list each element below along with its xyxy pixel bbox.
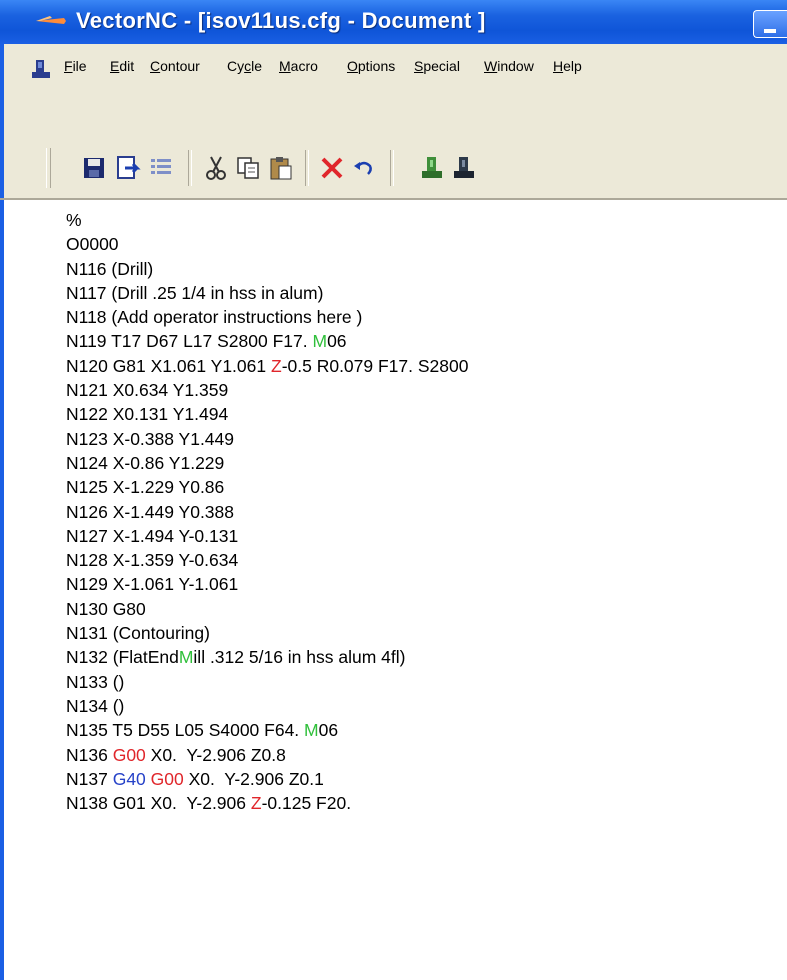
code-line[interactable]: N116 (Drill) <box>66 257 766 281</box>
menu-item-macro[interactable]: Macro <box>279 58 318 74</box>
code-token: N129 X-1.061 Y-1.061 <box>66 574 239 595</box>
code-token: N134 () <box>66 695 125 716</box>
code-token-red: Z <box>270 355 282 376</box>
code-token: N123 X-0.388 Y1.449 <box>66 428 235 449</box>
code-token: -0.5 R0.079 F17. S2800 <box>281 355 469 376</box>
code-token: 06 <box>327 331 347 352</box>
code-token: N118 (Add operator instructions here ) <box>66 307 363 328</box>
code-token: N133 () <box>66 671 125 692</box>
code-line[interactable]: N119 T17 D67 L17 S2800 F17. M06 <box>66 329 766 353</box>
delete-icon[interactable] <box>318 154 346 182</box>
code-line[interactable]: N117 (Drill .25 1/4 in hss in alum) <box>66 281 766 305</box>
code-line[interactable]: N125 X-1.229 Y0.86 <box>66 475 766 499</box>
code-token-green: M <box>178 647 194 668</box>
cut-icon[interactable] <box>202 154 230 182</box>
code-line[interactable]: N124 X-0.86 Y1.229 <box>66 451 766 475</box>
code-token: O0000 <box>66 234 119 255</box>
paste-icon[interactable] <box>267 154 295 182</box>
code-line[interactable]: N136 G00 X0. Y-2.906 Z0.8 <box>66 743 766 767</box>
code-token: X0. Y-2.906 Z0.8 <box>145 744 286 765</box>
code-line[interactable]: N122 X0.131 Y1.494 <box>66 402 766 426</box>
code-line[interactable]: N132 (FlatEndMill .312 5/16 in hss alum … <box>66 645 766 669</box>
code-token: N136 <box>66 744 113 765</box>
code-token: N121 X0.634 Y1.359 <box>66 380 229 401</box>
code-line[interactable]: N123 X-0.388 Y1.449 <box>66 427 766 451</box>
code-line[interactable]: N126 X-1.449 Y0.388 <box>66 500 766 524</box>
code-line[interactable]: N127 X-1.494 Y-0.131 <box>66 524 766 548</box>
toolbar-separator <box>305 150 309 186</box>
toolbar-separator <box>188 150 192 186</box>
code-token: N131 (Contouring) <box>66 623 210 644</box>
save-icon[interactable] <box>80 154 108 182</box>
code-token: N127 X-1.494 Y-0.131 <box>66 525 239 546</box>
code-token: N124 X-0.86 Y1.229 <box>66 452 225 473</box>
code-line[interactable]: N130 G80 <box>66 597 766 621</box>
code-line[interactable]: N135 T5 D55 L05 S4000 F64. M06 <box>66 718 766 742</box>
code-line[interactable]: O0000 <box>66 232 766 256</box>
title-bar[interactable]: VectorNC - [isov11us.cfg - Document ] <box>0 0 787 44</box>
code-token: N137 <box>66 768 113 789</box>
app-icon <box>36 16 66 24</box>
toolbar-separator <box>390 150 394 186</box>
menu-item-contour[interactable]: Contour <box>150 58 200 74</box>
code-token-red: Z <box>250 793 262 814</box>
machine-green-icon[interactable] <box>418 154 446 182</box>
menu-item-window[interactable]: Window <box>484 58 534 74</box>
code-line[interactable]: N118 (Add operator instructions here ) <box>66 305 766 329</box>
code-token-blue: G40 <box>112 768 146 789</box>
code-token: N117 (Drill .25 1/4 in hss in alum) <box>66 282 324 303</box>
menu-item-edit[interactable]: Edit <box>110 58 134 74</box>
code-token: N135 T5 D55 L05 S4000 F64. <box>66 720 305 741</box>
machine-dark-icon[interactable] <box>450 154 478 182</box>
code-token: -0.125 F20. <box>261 793 352 814</box>
code-token-red: G00 <box>150 768 184 789</box>
code-line[interactable]: N137 G40 G00 X0. Y-2.906 Z0.1 <box>66 767 766 791</box>
nc-code-text[interactable]: % O0000 N116 (Drill) N117 (Drill .25 1/4 in… <box>66 208 766 815</box>
undo-icon[interactable] <box>350 154 378 182</box>
toolbar-grip[interactable] <box>46 148 51 188</box>
code-token-red: G00 <box>112 744 146 765</box>
code-token: N126 X-1.449 Y0.388 <box>66 501 235 522</box>
code-line[interactable]: N129 X-1.061 Y-1.061 <box>66 572 766 596</box>
code-line[interactable]: N133 () <box>66 670 766 694</box>
menu-item-cycle[interactable]: Cycle <box>227 58 262 74</box>
copy-icon[interactable] <box>234 154 262 182</box>
code-token: N130 G80 <box>66 598 146 619</box>
export-icon[interactable] <box>113 154 141 182</box>
code-line[interactable]: N138 G01 X0. Y-2.906 Z-0.125 F20. <box>66 791 766 815</box>
minimize-button[interactable] <box>753 10 787 38</box>
window-title: VectorNC - [isov11us.cfg - Document ] <box>76 8 486 33</box>
code-token: ill .312 5/16 in hss alum 4fl) <box>193 647 406 668</box>
menu-item-special[interactable]: Special <box>414 58 460 74</box>
code-token: % <box>66 210 82 230</box>
code-token: N119 T17 D67 L17 S2800 F17. <box>66 331 313 352</box>
list-icon[interactable] <box>147 154 175 182</box>
menu-bar <box>0 44 787 120</box>
code-line[interactable]: % <box>66 208 766 232</box>
code-line[interactable]: N121 X0.634 Y1.359 <box>66 378 766 402</box>
code-line[interactable]: N134 () <box>66 694 766 718</box>
code-token: N122 X0.131 Y1.494 <box>66 404 229 425</box>
code-token: N138 G01 X0. Y-2.906 <box>66 793 251 814</box>
code-token: N125 X-1.229 Y0.86 <box>66 477 225 498</box>
menu-item-file[interactable]: File <box>64 58 87 74</box>
code-line[interactable]: N120 G81 X1.061 Y1.061 Z-0.5 R0.079 F17.… <box>66 354 766 378</box>
menu-item-options[interactable]: Options <box>347 58 395 74</box>
code-line[interactable]: N128 X-1.359 Y-0.634 <box>66 548 766 572</box>
code-token-green: M <box>312 331 328 352</box>
code-token: N120 G81 X1.061 Y1.061 <box>66 355 271 376</box>
code-token: N128 X-1.359 Y-0.634 <box>66 550 239 571</box>
document-menu-icon[interactable] <box>30 58 52 80</box>
code-token: N116 (Drill) <box>66 258 154 279</box>
code-token: X0. Y-2.906 Z0.1 <box>183 768 324 789</box>
code-token: 06 <box>318 720 339 741</box>
menu-item-help[interactable]: Help <box>553 58 582 74</box>
code-token: N132 (FlatEnd <box>66 647 179 668</box>
code-token-green: M <box>304 720 319 741</box>
code-line[interactable]: N131 (Contouring) <box>66 621 766 645</box>
